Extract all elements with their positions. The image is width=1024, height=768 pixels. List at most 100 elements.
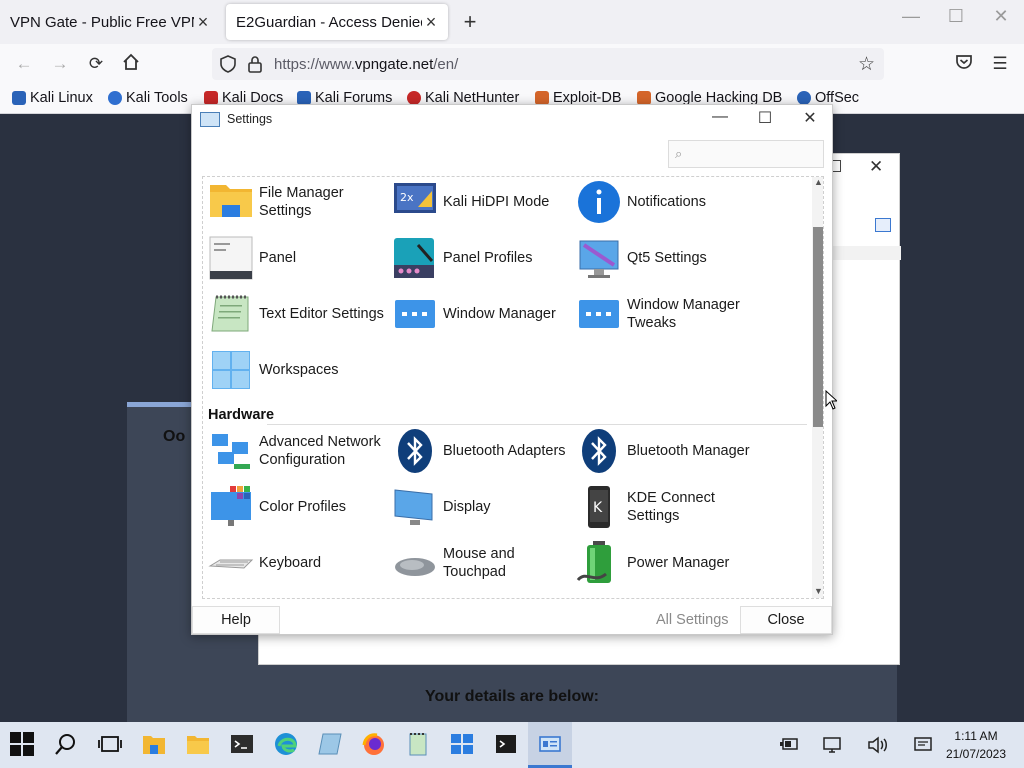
kali-forums-icon	[297, 91, 311, 105]
settings-item-bluetooth-adapters[interactable]: Bluetooth Adapters	[392, 426, 572, 476]
bookmark-kali-linux[interactable]: Kali Linux	[12, 90, 93, 106]
close-button[interactable]: Close	[740, 606, 832, 634]
item-label: KDE Connect Settings	[627, 490, 715, 524]
settings-item-bluetooth-manager[interactable]: Bluetooth Manager	[576, 426, 756, 476]
settings-scrollbar[interactable]: ▲ ▼	[812, 177, 823, 598]
settings-maximize-icon[interactable]: ☐	[750, 108, 780, 130]
network-tray-icon[interactable]	[822, 736, 842, 758]
settings-item-qt5[interactable]: Qt5 Settings	[576, 233, 756, 283]
hidpi-icon: 2x	[392, 179, 440, 225]
folder-icon[interactable]	[185, 731, 213, 759]
menu-icon[interactable]: ☰	[989, 53, 1011, 75]
new-tab-icon[interactable]: +	[458, 9, 482, 35]
bookmark-kali-tools[interactable]: Kali Tools	[108, 90, 188, 106]
all-settings-button[interactable]: All Settings	[656, 612, 729, 628]
url-path: /en/	[433, 56, 459, 73]
close-window-icon[interactable]: ✕	[986, 6, 1016, 27]
bookmark-star-icon[interactable]: ☆	[858, 53, 875, 76]
text-editor-icon[interactable]	[317, 731, 345, 759]
item-label: Window Manager	[443, 306, 556, 322]
settings-item-panel[interactable]: Panel	[208, 233, 388, 283]
clock-time: 1:11 AM	[954, 729, 998, 743]
background-dialog-strip	[831, 246, 901, 260]
firefox-icon[interactable]	[361, 731, 389, 759]
lock-icon[interactable]	[248, 55, 262, 76]
start-windows-icon[interactable]	[9, 731, 37, 759]
search-icon[interactable]	[53, 731, 81, 759]
battery-tray-icon[interactable]	[779, 736, 799, 756]
settings-item-mouse-touchpad[interactable]: Mouse and Touchpad	[392, 538, 572, 588]
bookmark-label: Kali Tools	[126, 90, 188, 106]
item-label: File Manager Settings	[259, 185, 344, 219]
scroll-up-icon[interactable]: ▲	[812, 177, 823, 187]
svg-text:2x: 2x	[400, 191, 414, 204]
scroll-down-icon[interactable]: ▼	[812, 586, 823, 596]
settings-grid-icon[interactable]	[449, 731, 477, 759]
battery-icon	[576, 540, 624, 586]
settings-search-input[interactable]: ⌕	[668, 140, 824, 168]
item-label: Panel Profiles	[443, 250, 533, 266]
home-icon[interactable]	[120, 53, 142, 75]
mouse-cursor-icon	[825, 389, 839, 413]
url-bar[interactable]: https://www.vpngate.net/en/ ☆	[212, 48, 884, 80]
tab-close-icon[interactable]: ×	[422, 12, 440, 33]
console-icon[interactable]	[493, 731, 521, 759]
settings-item-kali-hidpi[interactable]: 2x Kali HiDPI Mode	[392, 177, 572, 227]
settings-item-kde-connect[interactable]: K KDE Connect Settings	[576, 482, 756, 532]
settings-item-advanced-network[interactable]: Advanced Network Configuration	[208, 426, 388, 476]
tab-e2guardian[interactable]: E2Guardian - Access Denied ×	[226, 4, 448, 40]
settings-close-icon[interactable]: ✕	[795, 108, 825, 130]
bookmark-label: Kali Linux	[30, 90, 93, 106]
maximize-icon[interactable]: ☐	[941, 6, 971, 27]
settings-item-display[interactable]: Display	[392, 482, 572, 532]
kali-dragon-icon	[12, 91, 26, 105]
window-tweaks-icon	[576, 291, 624, 337]
task-view-icon[interactable]	[97, 731, 125, 759]
volume-icon[interactable]	[867, 736, 889, 758]
taskbar-clock[interactable]: 1:11 AM 21/07/2023	[944, 727, 1008, 763]
minimize-icon[interactable]: —	[896, 6, 926, 27]
notifications-tray-icon[interactable]	[913, 736, 933, 758]
item-label: Kali HiDPI Mode	[443, 194, 550, 210]
item-label: Display	[443, 499, 491, 515]
settings-window: Settings — ☐ ✕ ⌕ File Manager Settings 2…	[191, 104, 833, 635]
settings-item-keyboard[interactable]: Keyboard	[208, 538, 388, 588]
settings-item-file-manager[interactable]: File Manager Settings	[208, 177, 388, 227]
settings-item-workspaces[interactable]: Workspaces	[208, 345, 388, 395]
settings-item-window-manager-tweaks[interactable]: Window Manager Tweaks	[576, 289, 756, 339]
settings-items-pane: File Manager Settings 2x Kali HiDPI Mode…	[202, 176, 824, 599]
back-icon[interactable]: ←	[13, 53, 35, 75]
help-button[interactable]: Help	[192, 606, 280, 634]
settings-item-panel-profiles[interactable]: Panel Profiles	[392, 233, 572, 283]
scrollbar-thumb[interactable]	[813, 227, 823, 427]
tab-close-icon[interactable]: ×	[194, 12, 212, 33]
settings-minimize-icon[interactable]: —	[705, 108, 735, 130]
tab-title: VPN Gate - Public Free VPN	[10, 13, 194, 31]
terminal-icon[interactable]	[229, 731, 257, 759]
settings-item-text-editor[interactable]: Text Editor Settings	[208, 289, 388, 339]
settings-item-notifications[interactable]: Notifications	[576, 177, 756, 227]
kde-connect-icon: K	[576, 484, 624, 530]
settings-item-window-manager[interactable]: Window Manager	[392, 289, 572, 339]
settings-window-task-icon[interactable]	[537, 731, 565, 759]
tab-vpngate[interactable]: VPN Gate - Public Free VPN ×	[0, 4, 220, 40]
settings-item-power-manager[interactable]: Power Manager	[576, 538, 756, 588]
settings-item-color-profiles[interactable]: Color Profiles	[208, 482, 388, 532]
restore-icon[interactable]	[875, 218, 891, 232]
svg-text:K: K	[593, 500, 603, 516]
nav-bar: ← → ⟳ https://www.vpngate.net/en/ ☆ ☰	[0, 44, 1024, 84]
oops-heading: Oo	[163, 428, 186, 445]
shield-icon[interactable]	[220, 55, 236, 76]
reload-icon[interactable]: ⟳	[85, 53, 107, 75]
edge-browser-icon[interactable]	[273, 731, 301, 759]
info-icon	[576, 179, 624, 225]
url-prefix: https://www.	[274, 56, 355, 73]
file-manager-icon[interactable]	[141, 731, 169, 759]
item-label: Advanced Network Configuration	[259, 434, 381, 468]
forward-icon[interactable]: →	[49, 53, 71, 75]
item-label: Color Profiles	[259, 499, 347, 515]
pocket-icon[interactable]	[953, 53, 975, 75]
notepad-icon[interactable]	[405, 731, 433, 759]
section-hardware-heading: Hardware	[208, 407, 275, 423]
background-dialog-close-icon[interactable]: ✕	[869, 157, 883, 177]
